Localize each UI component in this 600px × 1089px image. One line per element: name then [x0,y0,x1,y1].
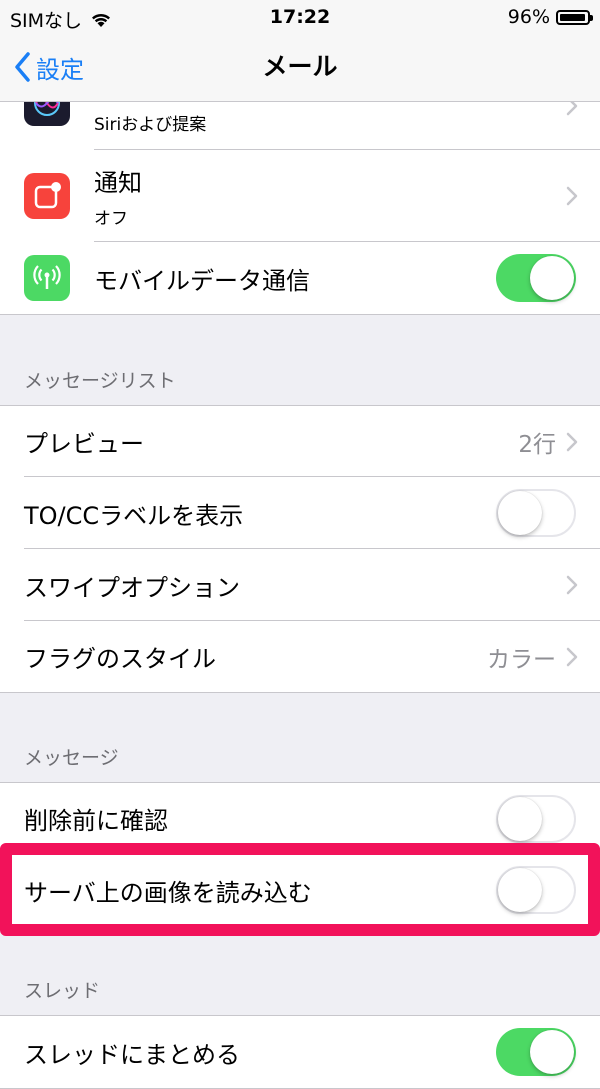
battery-fill [560,13,585,21]
to-cc-label: TO/CCラベルを表示 [24,501,244,530]
chevron-right-icon [566,575,578,595]
organize-by-thread-label: スレッドにまとめる [24,1040,240,1069]
load-remote-images-label: サーバ上の画像を読み込む [24,878,312,907]
notifications-status: オフ [94,209,128,229]
chevron-right-icon [566,647,578,666]
cellular-data-label: モバイルデータ通信 [94,266,310,295]
load-remote-images-toggle[interactable] [496,866,576,914]
confirm-delete-label: 削除前に確認 [24,807,168,835]
notifications-row[interactable]: 通知 オフ [0,150,600,242]
cellular-data-toggle[interactable] [496,254,576,302]
flag-style-value: カラー [487,646,556,673]
app-settings-group: Siriおよび提案 通知 オフ モバイルデータ通信 [0,80,600,315]
threads-group: スレッドにまとめる [0,1015,600,1089]
page-title: メール [262,52,338,81]
flag-style-label: フラグのスタイル [24,645,216,673]
battery-percentage: 96% [507,6,550,28]
preview-row[interactable]: プレビュー 2行 [0,406,600,477]
navigation-bar: 設定 メール [0,34,600,102]
battery-status: 96% [507,6,593,28]
chevron-right-icon [566,432,578,451]
preview-value: 2行 [518,431,556,458]
status-bar: SIMなし 17:22 96% [0,0,600,34]
section-header-message-list: メッセージリスト [24,370,176,392]
load-remote-images-row: サーバ上の画像を読み込む [0,854,600,926]
organize-by-thread-toggle[interactable] [496,1028,576,1076]
message-list-group: プレビュー 2行 TO/CCラベルを表示 スワイプオプション フラグのスタイル … [0,405,600,693]
siri-suggestions-row[interactable]: Siriおよび提案 [0,80,600,150]
chevron-right-icon [566,186,578,206]
battery-icon [556,9,593,25]
section-header-messages: メッセージ [24,747,119,769]
confirm-delete-toggle[interactable] [496,794,576,843]
organize-by-thread-row: スレッドにまとめる [0,1016,600,1088]
notification-icon [24,173,70,219]
messages-group: 削除前に確認 サーバ上の画像を読み込む [0,782,600,927]
section-header-threads: スレッド [24,980,101,1002]
to-cc-label-toggle[interactable] [496,489,576,537]
settings-content: Siriおよび提案 通知 オフ モバイルデータ通信 メッセージリスト プレビュー… [0,80,600,1089]
cellular-data-row: モバイルデータ通信 [0,242,600,314]
preview-label: プレビュー [24,430,144,458]
cellular-antenna-icon [24,255,70,301]
swipe-options-label: スワイプオプション [24,573,240,602]
flag-style-row[interactable]: フラグのスタイル カラー [0,621,600,692]
confirm-delete-row: 削除前に確認 [0,783,600,854]
notifications-label: 通知 [94,169,142,197]
to-cc-label-row: TO/CCラベルを表示 [0,477,600,549]
swipe-options-row[interactable]: スワイプオプション [0,549,600,621]
siri-suggestions-sublabel: Siriおよび提案 [94,115,207,135]
